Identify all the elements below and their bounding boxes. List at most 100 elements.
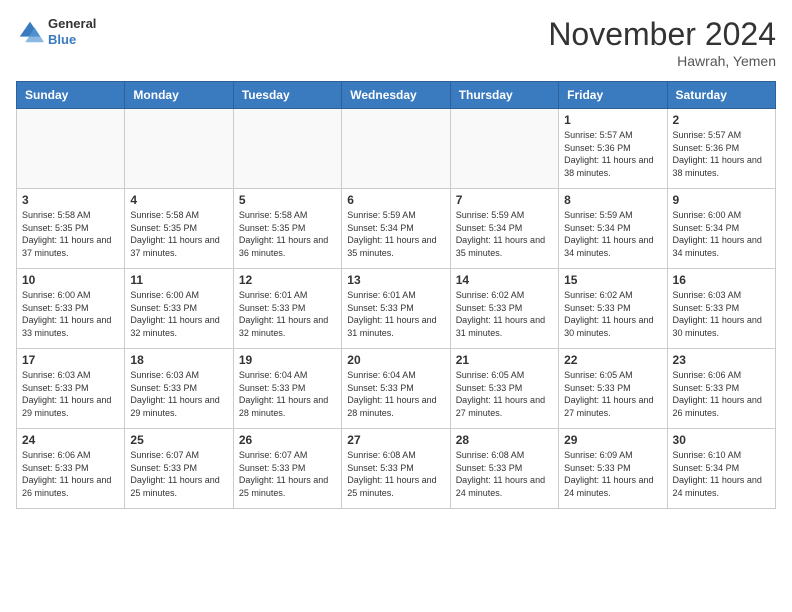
calendar-cell: 14Sunrise: 6:02 AMSunset: 5:33 PMDayligh… [450, 269, 558, 349]
logo-icon [16, 18, 44, 46]
day-number: 13 [347, 273, 444, 287]
day-header-monday: Monday [125, 82, 233, 109]
day-number: 26 [239, 433, 336, 447]
day-number: 5 [239, 193, 336, 207]
cell-info: Sunrise: 6:00 AMSunset: 5:33 PMDaylight:… [22, 289, 119, 339]
calendar-cell: 29 Sunrise: 6:09 AMSunset: 5:33 PMDayligh… [559, 429, 667, 509]
day-number: 7 [456, 193, 553, 207]
calendar-cell: 6Sunrise: 5:59 AMSunset: 5:34 PMDaylight… [342, 189, 450, 269]
calendar-week-row: 24 Sunrise: 6:06 AMSunset: 5:33 PMDayligh… [17, 429, 776, 509]
title-block: November 2024 Hawrah, Yemen [548, 16, 776, 69]
day-number: 27 [347, 433, 444, 447]
calendar-week-row: 1 Sunrise: 5:57 AMSunset: 5:36 PMDaylight… [17, 109, 776, 189]
logo: General Blue [16, 16, 96, 47]
cell-info: Sunrise: 6:01 AMSunset: 5:33 PMDaylight:… [347, 289, 444, 339]
calendar-cell: 11Sunrise: 6:00 AMSunset: 5:33 PMDayligh… [125, 269, 233, 349]
calendar-cell: 8Sunrise: 5:59 AMSunset: 5:34 PMDaylight… [559, 189, 667, 269]
day-number: 19 [239, 353, 336, 367]
day-number: 12 [239, 273, 336, 287]
day-number: 9 [673, 193, 770, 207]
calendar-cell: 13 Sunrise: 6:01 AMSunset: 5:33 PMDayligh… [342, 269, 450, 349]
day-number: 3 [22, 193, 119, 207]
cell-info: Sunrise: 6:07 AMSunset: 5:33 PMDaylight:… [130, 449, 227, 499]
cell-info: Sunrise: 6:00 AMSunset: 5:34 PMDaylight:… [673, 209, 770, 259]
calendar-cell [125, 109, 233, 189]
cell-info: Sunrise: 6:08 AMSunset: 5:33 PMDaylight:… [456, 449, 553, 499]
cell-info: Sunrise: 5:59 AMSunset: 5:34 PMDaylight:… [347, 209, 444, 259]
calendar-cell: 2 Sunrise: 5:57 AMSunset: 5:36 PMDaylight… [667, 109, 775, 189]
calendar-cell: 16Sunrise: 6:03 AMSunset: 5:33 PMDayligh… [667, 269, 775, 349]
cell-info: Sunrise: 5:58 AMSunset: 5:35 PMDaylight:… [22, 209, 119, 259]
calendar-cell: 23 Sunrise: 6:06 AMSunset: 5:33 PMDayligh… [667, 349, 775, 429]
calendar-cell: 4Sunrise: 5:58 AMSunset: 5:35 PMDaylight… [125, 189, 233, 269]
cell-info: Sunrise: 6:04 AMSunset: 5:33 PMDaylight:… [347, 369, 444, 419]
calendar-cell: 18 Sunrise: 6:03 AMSunset: 5:33 PMDayligh… [125, 349, 233, 429]
logo-top: General [48, 16, 96, 32]
cell-info: Sunrise: 5:59 AMSunset: 5:34 PMDaylight:… [456, 209, 553, 259]
day-number: 15 [564, 273, 661, 287]
day-number: 18 [130, 353, 227, 367]
cell-info: Sunrise: 6:07 AMSunset: 5:33 PMDaylight:… [239, 449, 336, 499]
day-number: 17 [22, 353, 119, 367]
day-number: 11 [130, 273, 227, 287]
day-number: 21 [456, 353, 553, 367]
cell-info: Sunrise: 6:06 AMSunset: 5:33 PMDaylight:… [22, 449, 119, 499]
calendar-cell: 28 Sunrise: 6:08 AMSunset: 5:33 PMDayligh… [450, 429, 558, 509]
cell-info: Sunrise: 6:09 AMSunset: 5:33 PMDaylight:… [564, 449, 661, 499]
calendar-cell: 9 Sunrise: 6:00 AMSunset: 5:34 PMDaylight… [667, 189, 775, 269]
cell-info: Sunrise: 6:05 AMSunset: 5:33 PMDaylight:… [456, 369, 553, 419]
day-header-saturday: Saturday [667, 82, 775, 109]
cell-info: Sunrise: 5:58 AMSunset: 5:35 PMDaylight:… [239, 209, 336, 259]
day-number: 8 [564, 193, 661, 207]
location-subtitle: Hawrah, Yemen [548, 53, 776, 69]
day-number: 1 [564, 113, 661, 127]
page-header: General Blue November 2024 Hawrah, Yemen [16, 16, 776, 69]
cell-info: Sunrise: 6:10 AMSunset: 5:34 PMDaylight:… [673, 449, 770, 499]
calendar-week-row: 10 Sunrise: 6:00 AMSunset: 5:33 PMDayligh… [17, 269, 776, 349]
logo-text: General Blue [48, 16, 96, 47]
day-number: 16 [673, 273, 770, 287]
day-number: 22 [564, 353, 661, 367]
day-number: 25 [130, 433, 227, 447]
day-header-thursday: Thursday [450, 82, 558, 109]
calendar-cell: 20Sunrise: 6:04 AMSunset: 5:33 PMDayligh… [342, 349, 450, 429]
calendar-cell: 30Sunrise: 6:10 AMSunset: 5:34 PMDayligh… [667, 429, 775, 509]
calendar-cell: 27 Sunrise: 6:08 AMSunset: 5:33 PMDayligh… [342, 429, 450, 509]
calendar-cell [17, 109, 125, 189]
cell-info: Sunrise: 6:03 AMSunset: 5:33 PMDaylight:… [22, 369, 119, 419]
cell-info: Sunrise: 6:06 AMSunset: 5:33 PMDaylight:… [673, 369, 770, 419]
cell-info: Sunrise: 6:05 AMSunset: 5:33 PMDaylight:… [564, 369, 661, 419]
calendar-cell [342, 109, 450, 189]
day-number: 24 [22, 433, 119, 447]
day-number: 4 [130, 193, 227, 207]
calendar-header-row: SundayMondayTuesdayWednesdayThursdayFrid… [17, 82, 776, 109]
day-number: 28 [456, 433, 553, 447]
day-number: 23 [673, 353, 770, 367]
calendar-cell: 19Sunrise: 6:04 AMSunset: 5:33 PMDayligh… [233, 349, 341, 429]
calendar-table: SundayMondayTuesdayWednesdayThursdayFrid… [16, 81, 776, 509]
calendar-cell: 10 Sunrise: 6:00 AMSunset: 5:33 PMDayligh… [17, 269, 125, 349]
day-header-sunday: Sunday [17, 82, 125, 109]
cell-info: Sunrise: 6:01 AMSunset: 5:33 PMDaylight:… [239, 289, 336, 339]
cell-info: Sunrise: 6:02 AMSunset: 5:33 PMDaylight:… [456, 289, 553, 339]
calendar-cell: 25 Sunrise: 6:07 AMSunset: 5:33 PMDayligh… [125, 429, 233, 509]
calendar-cell [450, 109, 558, 189]
cell-info: Sunrise: 5:57 AMSunset: 5:36 PMDaylight:… [673, 129, 770, 179]
calendar-cell: 5 Sunrise: 5:58 AMSunset: 5:35 PMDaylight… [233, 189, 341, 269]
logo-bottom: Blue [48, 32, 96, 48]
day-number: 2 [673, 113, 770, 127]
cell-info: Sunrise: 5:57 AMSunset: 5:36 PMDaylight:… [564, 129, 661, 179]
calendar-cell: 21 Sunrise: 6:05 AMSunset: 5:33 PMDayligh… [450, 349, 558, 429]
cell-info: Sunrise: 6:02 AMSunset: 5:33 PMDaylight:… [564, 289, 661, 339]
calendar-cell: 7 Sunrise: 5:59 AMSunset: 5:34 PMDaylight… [450, 189, 558, 269]
calendar-cell: 1 Sunrise: 5:57 AMSunset: 5:36 PMDaylight… [559, 109, 667, 189]
day-number: 10 [22, 273, 119, 287]
calendar-week-row: 17 Sunrise: 6:03 AMSunset: 5:33 PMDayligh… [17, 349, 776, 429]
calendar-cell: 22 Sunrise: 6:05 AMSunset: 5:33 PMDayligh… [559, 349, 667, 429]
cell-info: Sunrise: 6:08 AMSunset: 5:33 PMDaylight:… [347, 449, 444, 499]
day-header-tuesday: Tuesday [233, 82, 341, 109]
cell-info: Sunrise: 6:03 AMSunset: 5:33 PMDaylight:… [130, 369, 227, 419]
calendar-cell: 17 Sunrise: 6:03 AMSunset: 5:33 PMDayligh… [17, 349, 125, 429]
month-title: November 2024 [548, 16, 776, 53]
day-number: 29 [564, 433, 661, 447]
